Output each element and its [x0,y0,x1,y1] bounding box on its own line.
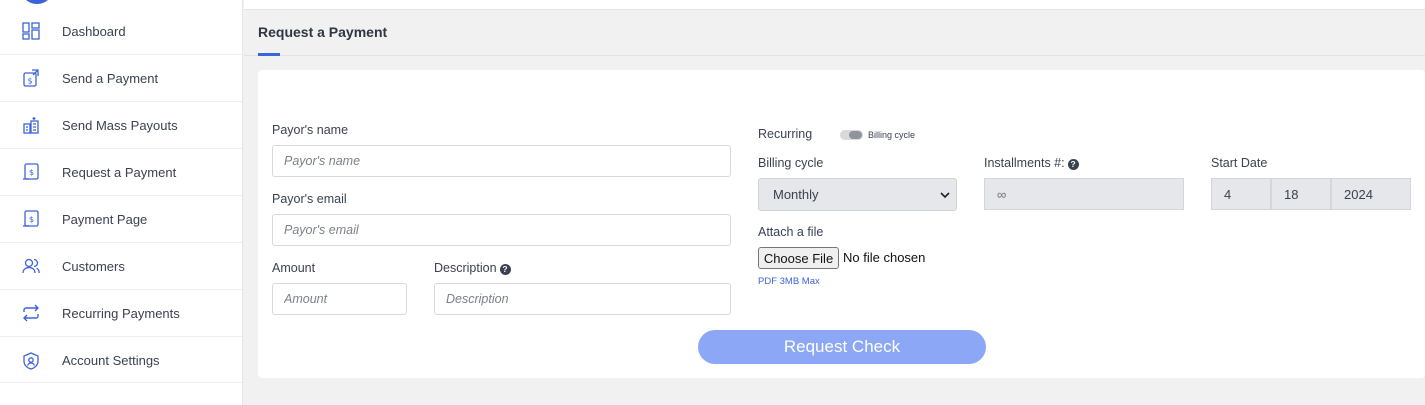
sidebar-item-dashboard[interactable]: Dashboard [0,8,242,55]
sidebar-item-label: Send Mass Payouts [62,117,178,133]
sidebar-item-send-payment[interactable]: $ Send a Payment [0,55,242,102]
sidebar-item-label: Request a Payment [62,164,177,180]
recurring-toggle[interactable] [840,130,863,140]
sidebar-item-label: Send a Payment [62,70,159,86]
mass-payouts-icon [21,115,41,135]
attach-file-label: Attach a file [758,225,824,239]
billing-cycle-value: Monthly [773,187,819,202]
start-date-day-value: 18 [1284,186,1299,202]
start-date-year[interactable]: 2024 [1331,178,1411,210]
payor-name-label: Payor's name [272,123,349,137]
chevron-down-icon [940,192,950,199]
customers-icon [21,256,41,276]
installments-label-text: Installments #: [984,156,1065,170]
dashboard-icon [21,21,41,41]
request-check-button[interactable]: Request Check [698,330,986,364]
sidebar-item-account-settings[interactable]: Account Settings [0,337,242,384]
svg-text:$: $ [27,77,32,86]
amount-label: Amount [272,261,316,275]
sidebar-item-recurring-payments[interactable]: Recurring Payments [0,290,242,337]
choose-file-button[interactable]: Choose File [758,247,839,269]
start-date-label: Start Date [1211,156,1268,170]
sidebar-item-label: Dashboard [62,23,126,39]
divider [0,382,242,383]
payor-email-input[interactable] [272,214,731,246]
start-date-day[interactable]: 18 [1271,178,1331,210]
tab-bar: Request a Payment [244,11,1425,56]
svg-text:$: $ [29,168,34,177]
sidebar-item-request-payment[interactable]: $ Request a Payment [0,149,242,196]
start-date-month-value: 4 [1224,186,1232,202]
help-icon[interactable]: ? [1067,159,1079,170]
payor-email-label: Payor's email [272,192,347,206]
sidebar-item-customers[interactable]: Customers [0,243,242,290]
sidebar: Dashboard $ Send a Payment Send Mass Pay… [0,0,243,405]
start-date-month[interactable]: 4 [1211,178,1271,210]
sidebar-nav: Dashboard $ Send a Payment Send Mass Pay… [0,8,242,384]
sidebar-item-label: Payment Page [62,211,148,227]
tab-request-payment[interactable]: Request a Payment [258,24,387,40]
sidebar-item-label: Recurring Payments [62,305,180,321]
description-label-text: Description [434,261,497,275]
active-tab-indicator [258,53,280,56]
installments-input: ∞ [984,178,1184,210]
file-hint: PDF 3MB Max [758,276,820,287]
sidebar-item-label: Account Settings [62,353,160,368]
help-icon[interactable]: ? [499,264,511,275]
top-bar [244,0,1425,10]
logo[interactable] [20,0,54,4]
payment-page-icon: $ [21,209,41,229]
recurring-label: Recurring [758,127,813,141]
description-label: Description? [434,261,511,275]
recurring-icon [21,303,41,323]
start-date-year-value: 2024 [1344,186,1373,202]
request-payment-icon: $ [21,162,41,182]
description-input[interactable] [434,283,731,315]
installments-value: ∞ [997,186,1007,202]
recurring-toggle-text: Billing cycle [868,130,916,140]
sidebar-item-mass-payouts[interactable]: Send Mass Payouts [0,102,242,149]
toggle-knob [849,131,862,139]
billing-cycle-select[interactable]: Monthly [758,178,957,211]
sidebar-item-payment-page[interactable]: $ Payment Page [0,196,242,243]
send-payment-icon: $ [21,68,41,88]
account-settings-icon [21,351,41,371]
svg-text:$: $ [29,215,34,224]
file-status: No file chosen [843,250,926,265]
billing-cycle-label: Billing cycle [758,156,824,170]
payor-name-input[interactable] [272,145,731,177]
installments-label: Installments #:? [984,156,1079,170]
amount-input[interactable] [272,283,407,315]
sidebar-item-label: Customers [62,258,125,274]
